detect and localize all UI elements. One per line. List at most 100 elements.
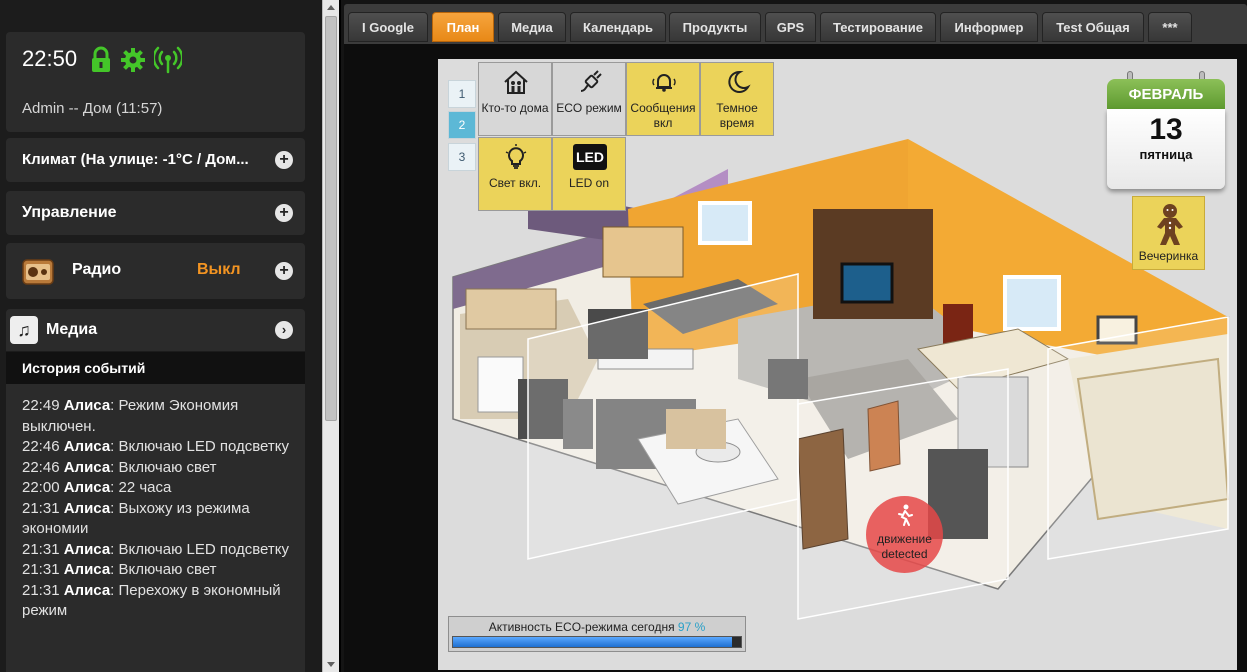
history-event-time: 22:00 — [22, 479, 60, 496]
radio-panel[interactable]: Радио Выкл + — [6, 243, 305, 299]
history-event: 22:49 Алиса: Режим Экономия выключен. — [22, 396, 295, 437]
led-icon: LED — [573, 144, 607, 170]
history-event: 21:31 Алиса: Выхожу из режима экономии — [22, 499, 295, 540]
eco-activity-text: Активность ECO-режима сегодня 97 % — [449, 620, 745, 634]
tab-calendar[interactable]: Календарь — [570, 12, 666, 42]
history-event: 22:00 Алиса: 22 часа — [22, 478, 295, 499]
party-mode-button[interactable]: Вечеринка — [1132, 196, 1205, 270]
history-event-actor: Алиса — [63, 479, 111, 496]
lock-icon — [92, 46, 110, 72]
history-event-text: : Включаю свет — [110, 458, 217, 476]
radio-expand-button[interactable]: + — [275, 262, 293, 280]
eco-progress-fill — [453, 637, 733, 647]
history-header: История событий — [6, 352, 305, 384]
tile-light-label: Свет вкл. — [488, 176, 542, 190]
history-event-text: : Перехожу в экономный режим — [22, 581, 281, 620]
user-status: Admin -- Дом (11:57) — [22, 100, 163, 117]
music-note-icon: ♫ — [10, 316, 38, 344]
tab-content: 1 2 3 Кто-то дома ECO режим Сообщения вк… — [344, 44, 1247, 672]
gingerbread-icon — [1157, 204, 1183, 245]
sidebar-scrollbar[interactable] — [322, 0, 339, 672]
motion-label: движение detected — [866, 532, 943, 562]
control-expand-button[interactable]: + — [275, 204, 293, 222]
sidebar: 22:50 Admin -- Дом (11:57) Климат (На ул… — [0, 0, 322, 672]
floor-plan: 1 2 3 Кто-то дома ECO режим Сообщения вк… — [438, 59, 1237, 670]
eco-activity-value: 97 — [677, 620, 692, 634]
history-event-time: 22:46 — [22, 458, 60, 476]
floor-button-2[interactable]: 2 — [448, 111, 476, 139]
clock: 22:50 — [22, 46, 78, 71]
tile-light[interactable]: Свет вкл. — [478, 137, 552, 211]
history-event-text: : Включаю LED подсветку — [110, 540, 289, 558]
tile-eco-label: ECO режим — [556, 101, 622, 115]
motion-line2: detected — [881, 547, 928, 561]
history-event-actor: Алиса — [63, 561, 111, 578]
bell-icon — [652, 74, 676, 92]
calendar-widget: ФЕВРАЛЬ 13 пятница — [1107, 71, 1225, 189]
eco-activity-label: Активность ECO-режима сегодня — [488, 620, 675, 634]
tile-eco[interactable]: ECO режим — [552, 62, 626, 136]
scroll-up-arrow[interactable] — [327, 5, 335, 10]
status-panel: 22:50 Admin -- Дом (11:57) — [6, 32, 305, 132]
tile-led[interactable]: LED LED on — [552, 137, 626, 211]
gear-icon — [121, 48, 145, 72]
control-panel[interactable]: Управление + — [6, 191, 305, 235]
calendar-weekday: пятница — [1139, 147, 1193, 162]
tab-plan[interactable]: План — [432, 12, 494, 42]
tab-testing[interactable]: Тестирование — [820, 12, 936, 42]
motion-sensor-badge[interactable]: движение detected — [866, 496, 943, 573]
plug-icon — [580, 70, 602, 92]
scroll-down-arrow[interactable] — [327, 662, 335, 667]
history-event-actor: Алиса — [63, 499, 111, 517]
eco-activity-panel: Активность ECO-режима сегодня 97 % — [448, 616, 746, 652]
status-icons — [90, 46, 182, 74]
radio-title: Радио — [72, 261, 122, 278]
history-event-time: 21:31 — [22, 499, 60, 517]
control-title: Управление — [22, 204, 117, 221]
history-event-text: : Включаю LED подсветку — [110, 438, 289, 455]
lightbulb-icon — [505, 144, 527, 169]
history-event-actor: Алиса — [63, 581, 111, 599]
tile-led-label: LED on — [568, 176, 610, 190]
history-event-time: 21:31 — [22, 581, 60, 599]
media-open-button[interactable]: › — [275, 321, 293, 339]
history-event-time: 21:31 — [22, 540, 60, 558]
tab-gps[interactable]: GPS — [765, 12, 816, 42]
house-people-icon — [504, 70, 528, 94]
moon-icon — [728, 70, 751, 93]
tab-google[interactable]: I Google — [348, 12, 428, 42]
calendar-day: 13 — [1149, 113, 1183, 146]
history-event-actor: Алиса — [63, 397, 111, 414]
history-event-time: 22:49 — [22, 397, 60, 414]
eco-activity-unit: % — [694, 620, 706, 634]
tile-dark-time-label: Темное время — [716, 101, 758, 130]
scroll-thumb[interactable] — [325, 16, 337, 421]
tab-more[interactable]: *** — [1148, 12, 1192, 42]
history-event-actor: Алиса — [63, 438, 111, 455]
history-event-time: 22:46 — [22, 438, 60, 455]
tile-who-home[interactable]: Кто-то дома — [478, 62, 552, 136]
climate-expand-button[interactable]: + — [275, 151, 293, 169]
history-event: 22:46 Алиса: Включаю LED подсветку — [22, 437, 295, 458]
tile-messages[interactable]: Сообщения вкл — [626, 62, 700, 136]
eco-progress-bar — [452, 636, 742, 648]
climate-panel[interactable]: Климат (На улице: -1°C / Дом... + — [6, 138, 305, 182]
tab-test-general[interactable]: Test Общая — [1042, 12, 1144, 42]
tab-bar: I Google План Медиа Календарь Продукты G… — [344, 4, 1247, 44]
motion-line1: движение — [877, 532, 932, 546]
history-event: 21:31 Алиса: Перехожу в экономный режим — [22, 581, 295, 622]
tab-informer[interactable]: Информер — [940, 12, 1038, 42]
main-area: I Google План Медиа Календарь Продукты G… — [341, 0, 1247, 672]
tab-media[interactable]: Медиа — [498, 12, 566, 42]
tile-dark-time[interactable]: Темное время — [700, 62, 774, 136]
history-event-actor: Алиса — [63, 540, 111, 558]
antenna-icon — [154, 46, 182, 74]
floor-button-3[interactable]: 3 — [448, 143, 476, 171]
tab-products[interactable]: Продукты — [669, 12, 761, 42]
history-event-text: : 22 часа — [110, 479, 172, 496]
tile-who-home-label: Кто-то дома — [481, 101, 549, 115]
media-panel[interactable]: ♫ Медиа › — [6, 309, 305, 351]
event-history: 22:49 Алиса: Режим Экономия выключен. 22:… — [6, 384, 305, 672]
floor-button-1[interactable]: 1 — [448, 80, 476, 108]
calendar-month: ФЕВРАЛЬ — [1107, 79, 1225, 109]
